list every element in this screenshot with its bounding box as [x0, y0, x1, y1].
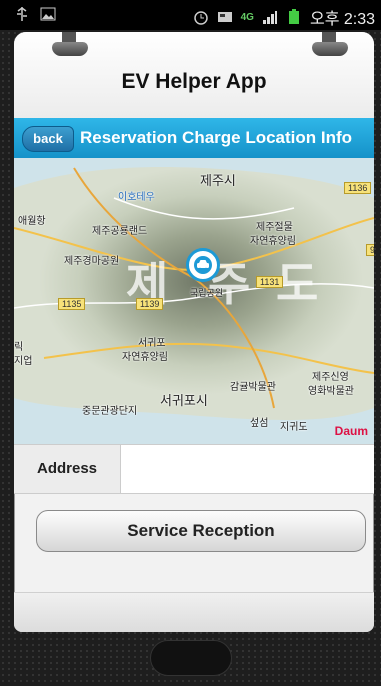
map-label: 이호테우 [118, 192, 155, 203]
status-time: 오후 2:33 [309, 11, 375, 28]
map-label: 자연휴양림 [122, 352, 168, 363]
road-number: 1136 [344, 182, 372, 194]
nav-bar: back Reservation Charge Location Info [14, 118, 374, 158]
map-label: 제주경마공원 [64, 256, 120, 267]
map-label: 제주시 [200, 173, 236, 188]
address-label: Address [14, 445, 121, 493]
service-reception-button[interactable]: Service Reception [36, 510, 366, 552]
map-label: 국립공원 [190, 288, 224, 298]
map-label: 제주공룡랜드 [92, 226, 148, 237]
bottom-bar [14, 592, 374, 632]
network-type: 4G [240, 11, 254, 23]
phone-screen: 4G 오후 2:33 EV Helper App back Reservatio… [0, 0, 381, 686]
address-value [122, 445, 374, 493]
car-icon [194, 256, 212, 274]
map-label: 릭 [14, 342, 24, 353]
map-label: 영화박물관 [308, 386, 354, 397]
road-number: 97 [366, 244, 374, 256]
map-label: 섶섬 [250, 418, 269, 429]
app-window: EV Helper App back Reservation Charge Lo… [14, 32, 374, 632]
map-label: 지귀도 [280, 422, 308, 433]
battery-icon [288, 9, 299, 24]
map-label: 지업 [14, 356, 33, 367]
home-button[interactable] [150, 640, 232, 676]
clip-right-icon [312, 32, 348, 58]
map-label: 중문관광단지 [82, 406, 138, 417]
usb-icon [17, 7, 27, 21]
map-label: 제주신영 [312, 372, 349, 383]
title-bar: EV Helper App [14, 32, 374, 118]
image-icon [40, 7, 56, 21]
road-number: 1135 [58, 298, 86, 310]
address-row: Address [14, 444, 374, 494]
map-label: 서귀포 [138, 338, 166, 349]
map-logo: Daum [334, 424, 368, 438]
map-label: 애월항 [18, 216, 46, 227]
signal-icon [262, 11, 277, 24]
clip-left-icon [52, 32, 88, 58]
alarm-icon [193, 11, 208, 25]
map-label: 감귤박물관 [230, 382, 276, 393]
app-title: EV Helper App [121, 70, 267, 93]
card-icon [217, 12, 232, 22]
charge-location-marker[interactable] [186, 248, 220, 282]
status-bar: 4G 오후 2:33 [0, 0, 381, 30]
page-title: Reservation Charge Location Info [80, 128, 353, 147]
map-label: 서귀포시 [160, 393, 208, 408]
map-view[interactable]: 제 주 도 제주시 이호테우 애월항 제주공룡랜드 제주절물 자연휴양림 제주경… [14, 158, 374, 444]
road-number: 1131 [256, 276, 284, 288]
map-label: 자연휴양림 [250, 236, 296, 247]
road-number: 1139 [136, 298, 164, 310]
map-label: 제주절물 [256, 222, 293, 233]
back-button[interactable]: back [22, 126, 74, 152]
